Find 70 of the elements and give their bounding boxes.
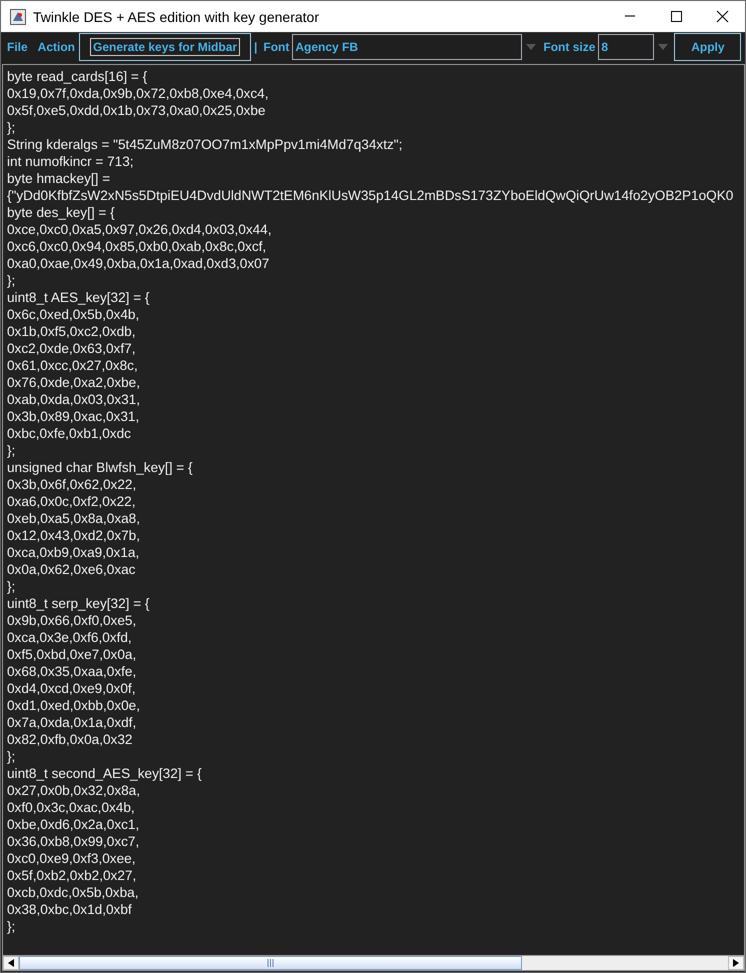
- code-line: };: [6, 442, 16, 459]
- code-line: 0x3b,0x6f,0x62,0x22,: [6, 476, 136, 493]
- horizontal-scrollbar[interactable]: [2, 955, 745, 971]
- separator: |: [253, 39, 258, 56]
- font-size-label: Font size: [542, 39, 596, 56]
- left-arrow-icon: [8, 959, 14, 967]
- code-line: 0xf5,0xbd,0xe7,0x0a,: [6, 646, 136, 663]
- menu-item[interactable]: File: [1, 33, 32, 61]
- code-line: 0xbe,0xd6,0x2a,0xc1,: [6, 816, 140, 833]
- code-line: uint8_t second_AES_key[32] = {: [6, 765, 202, 782]
- code-line: 0x12,0x43,0xd2,0x7b,: [6, 527, 140, 544]
- right-arrow-icon: [733, 959, 739, 967]
- code-line: 0xce,0xc0,0xa5,0x97,0x26,0xd4,0x03,0x44,: [6, 221, 272, 238]
- code-line: 0x76,0xde,0xa2,0xbe,: [6, 374, 140, 391]
- code-line: };: [6, 578, 16, 595]
- code-line: 0x38,0xbc,0x1d,0xbf: [6, 901, 132, 918]
- code-line: };: [6, 748, 16, 765]
- code-line: 0xab,0xda,0x03,0x31,: [6, 391, 140, 408]
- code-line: 0x3b,0x89,0xac,0x31,: [6, 408, 140, 425]
- scroll-right-button[interactable]: [728, 956, 744, 970]
- code-line: byte des_key[] = {: [6, 204, 115, 221]
- code-line: 0xa6,0x0c,0xf2,0x22,: [6, 493, 136, 510]
- code-line: 0xf0,0x3c,0xac,0x4b,: [6, 799, 135, 816]
- font-label: Font: [262, 39, 290, 56]
- app-icon: [10, 8, 26, 24]
- code-line: uint8_t AES_key[32] = {: [6, 289, 150, 306]
- code-line: byte hmackey[] =: [6, 170, 110, 187]
- menu-item[interactable]: Action: [32, 33, 80, 61]
- font-dropdown[interactable]: Agency FB: [292, 34, 522, 60]
- dropdown-arrow-icon[interactable]: [658, 44, 668, 50]
- code-line: 0xca,0x3e,0xf6,0xfd,: [6, 629, 132, 646]
- code-line: 0x19,0x7f,0xda,0x9b,0x72,0xb8,0xe4,0xc4,: [6, 85, 268, 102]
- code-line: 0x5f,0xb2,0xb2,0x27,: [6, 867, 136, 884]
- code-line: 0x7a,0xda,0x1a,0xdf,: [6, 714, 136, 731]
- code-line: 0xc6,0xc0,0x94,0x85,0xb0,0xab,0x8c,0xcf,: [6, 238, 266, 255]
- code-line: 0x5f,0xe5,0xdd,0x1b,0x73,0xa0,0x25,0xbe: [6, 102, 266, 119]
- code-line: 0xc2,0xde,0x63,0xf7,: [6, 340, 136, 357]
- scroll-left-button[interactable]: [3, 956, 19, 970]
- code-line: };: [6, 272, 16, 289]
- code-line: unsigned char Blwfsh_key[] = {: [6, 459, 193, 476]
- apply-button[interactable]: Apply: [674, 33, 742, 61]
- code-line: 0xa0,0xae,0x49,0xba,0x1a,0xad,0xd3,0x07: [6, 255, 270, 272]
- code-line: 0x9b,0x66,0xf0,0xe5,: [6, 612, 136, 629]
- scrollbar-thumb[interactable]: [19, 956, 522, 970]
- code-line: {"yDd0KfbfZsW2xN5s5DtpiEU4DvdUldNWT2tEM6nKlUsW35p14GL2mBDsS173ZYboEldQwQiQrUw14fo2yOB2P1oQK0: [6, 187, 734, 204]
- code-line: 0x36,0xb8,0x99,0xc7,: [6, 833, 140, 850]
- code-line: uint8_t serp_key[32] = {: [6, 595, 150, 612]
- code-line: };: [6, 119, 16, 136]
- code-line: 0xeb,0xa5,0x8a,0xa8,: [6, 510, 140, 527]
- code-line: String kderalgs = "5t45ZuM8z07OO7m1xMpPpv1mi4Md7q34xtz";: [6, 136, 402, 153]
- code-line: 0xcb,0xdc,0x5b,0xba,: [6, 884, 138, 901]
- window-title: Twinkle DES + AES edition with key generator: [33, 8, 320, 24]
- code-line: 0x0a,0x62,0xe6,0xac: [6, 561, 136, 578]
- code-line: 0x1b,0xf5,0xc2,0xdb,: [6, 323, 136, 340]
- generate-keys-button[interactable]: Generate keys for Midbar: [79, 33, 252, 61]
- code-line: byte read_cards[16] = {: [6, 68, 148, 85]
- code-line: 0x27,0x0b,0x32,0x8a,: [6, 782, 140, 799]
- code-line: int numofkincr = 713;: [6, 153, 134, 170]
- code-line: 0xbc,0xfe,0xb1,0xdc: [6, 425, 131, 442]
- code-line: 0x68,0x35,0xaa,0xfe,: [6, 663, 136, 680]
- code-line: 0xd1,0xed,0xbb,0x0e,: [6, 697, 140, 714]
- dropdown-arrow-icon[interactable]: [526, 44, 536, 50]
- code-line: 0x82,0xfb,0x0a,0x32: [6, 731, 132, 748]
- code-line: 0xca,0xb9,0xa9,0x1a,: [6, 544, 140, 561]
- font-size-dropdown[interactable]: 8: [598, 34, 654, 60]
- code-line: 0x61,0xcc,0x27,0x8c,: [6, 357, 138, 374]
- code-line: 0x6c,0xed,0x5b,0x4b,: [6, 306, 140, 323]
- code-line: };: [6, 918, 16, 935]
- code-line: 0xd4,0xcd,0xe9,0x0f,: [6, 680, 136, 697]
- code-line: 0xc0,0xe9,0xf3,0xee,: [6, 850, 136, 867]
